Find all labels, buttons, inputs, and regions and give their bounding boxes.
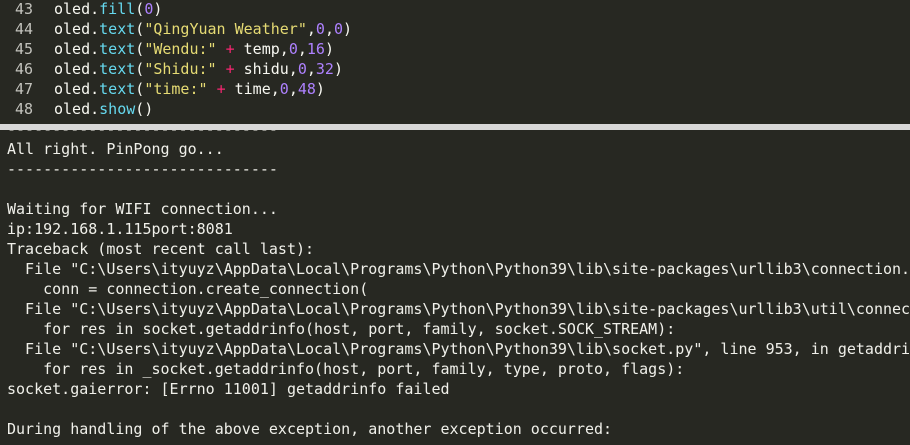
console-line: ------------------------------ — [7, 160, 278, 178]
code-line[interactable]: 48 oled.show() — [0, 99, 910, 119]
console-line: for res in socket.getaddrinfo(host, port… — [7, 320, 676, 338]
console-line: conn = connection.create_connection( — [7, 280, 369, 298]
code-token: , — [306, 20, 316, 38]
console-line: ip:192.168.1.115port:8081 — [7, 220, 233, 238]
code-token: text — [99, 20, 136, 38]
console-output[interactable]: ------------------------------All right.… — [0, 130, 910, 445]
code-token: + — [225, 60, 235, 78]
code-token: ) — [315, 80, 325, 98]
line-number: 46 — [14, 60, 33, 78]
ide-window: 43 oled.fill(0) 44 oled.text("QingYuan Weat… — [0, 0, 910, 445]
line-number: 48 — [14, 100, 33, 118]
code-token: 0 — [279, 80, 289, 98]
code-token: 0 — [288, 40, 298, 58]
code-token: 0 — [297, 60, 307, 78]
code-line[interactable]: 45 oled.text("Wendu:" + temp,0,16) — [0, 39, 910, 59]
code-token: oled. — [54, 60, 100, 78]
console-line: ------------------------------ — [7, 130, 278, 139]
code-text: oled.text("Shidu:" + shidu,0,32) — [54, 59, 343, 79]
code-token: oled. — [54, 40, 100, 58]
code-token: show — [99, 100, 136, 118]
code-token: 32 — [315, 60, 334, 78]
code-token: oled. — [54, 20, 100, 38]
code-token: , — [306, 60, 316, 78]
code-token: 0 — [333, 20, 343, 38]
code-token: ( — [135, 60, 145, 78]
console-line: Traceback (most recent call last): — [7, 240, 315, 258]
code-token: oled. — [54, 100, 100, 118]
code-token: ( — [135, 40, 145, 58]
code-token: time, — [225, 80, 280, 98]
code-token: fill — [99, 0, 136, 18]
code-token: ) — [343, 20, 353, 38]
code-token: , — [324, 20, 334, 38]
console-line: for res in _socket.getaddrinfo(host, por… — [7, 360, 685, 378]
code-line[interactable]: 43 oled.fill(0) — [0, 0, 910, 19]
code-editor[interactable]: 43 oled.fill(0) 44 oled.text("QingYuan Weat… — [0, 0, 910, 124]
code-token: () — [135, 100, 154, 118]
console-line: File "C:\Users\ityuyz\AppData\Local\Prog… — [7, 300, 910, 318]
code-token: shidu, — [234, 60, 298, 78]
code-token: "QingYuan Weather" — [144, 20, 307, 38]
console-line: File "C:\Users\ityuyz\AppData\Local\Prog… — [7, 340, 910, 358]
line-number: 47 — [14, 80, 33, 98]
code-line[interactable]: 44 oled.text("QingYuan Weather",0,0) — [0, 19, 910, 39]
code-token: temp, — [234, 40, 289, 58]
console-line: Waiting for WIFI connection... — [7, 200, 278, 218]
code-token: 16 — [306, 40, 325, 58]
code-text: oled.text("QingYuan Weather",0,0) — [54, 19, 352, 39]
code-token: 48 — [297, 80, 316, 98]
code-text: oled.text("time:" + time,0,48) — [54, 79, 325, 99]
console-line: File "C:\Users\ityuyz\AppData\Local\Prog… — [7, 260, 910, 278]
code-token: oled. — [54, 80, 100, 98]
code-token: , — [297, 40, 307, 58]
code-token: ) — [333, 60, 343, 78]
code-token: text — [99, 80, 136, 98]
code-text: oled.fill(0) — [54, 0, 162, 19]
code-text: oled.show() — [54, 99, 153, 119]
code-token: ( — [135, 0, 145, 18]
code-line[interactable]: 46 oled.text("Shidu:" + shidu,0,32) — [0, 59, 910, 79]
code-line[interactable]: 47 oled.text("time:" + time,0,48) — [0, 79, 910, 99]
code-token: ) — [153, 0, 163, 18]
code-token: ) — [324, 40, 334, 58]
console-line: socket.gaierror: [Errno 11001] getaddrin… — [7, 380, 450, 398]
code-token: , — [288, 80, 298, 98]
line-number: 43 — [14, 0, 33, 18]
code-token: "time:" — [144, 80, 208, 98]
code-token: ( — [135, 80, 145, 98]
code-token: 0 — [144, 0, 154, 18]
console-line: During handling of the above exception, … — [7, 420, 613, 438]
line-number: 44 — [14, 20, 33, 38]
code-token: + — [216, 80, 226, 98]
code-token: "Shidu:" — [144, 60, 217, 78]
code-token: text — [99, 40, 136, 58]
code-token: 0 — [315, 20, 325, 38]
code-token: ( — [135, 20, 145, 38]
code-token: "Wendu:" — [144, 40, 217, 58]
console-line: All right. PinPong go... — [7, 140, 224, 158]
code-token: text — [99, 60, 136, 78]
line-number: 45 — [14, 40, 33, 58]
code-token: + — [225, 40, 235, 58]
code-text: oled.text("Wendu:" + temp,0,16) — [54, 39, 334, 59]
code-token: oled. — [54, 0, 100, 18]
